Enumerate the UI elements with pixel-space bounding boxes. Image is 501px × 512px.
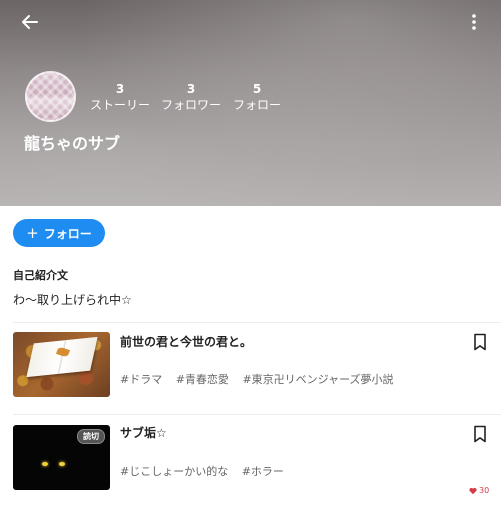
cat-eye-image <box>42 462 48 466</box>
book-image <box>26 336 98 378</box>
one-shot-badge: 読切 <box>77 429 105 444</box>
stat-stories-count: 3 <box>115 82 125 96</box>
follow-button-label: フォロー <box>43 226 92 241</box>
bookmark-button[interactable] <box>472 333 488 351</box>
stat-followers-label: フォロワー <box>160 98 221 112</box>
bookmark-button[interactable] <box>472 425 488 443</box>
stat-stories-label: ストーリー <box>89 98 150 112</box>
more-options-button[interactable] <box>462 10 486 34</box>
heart-icon <box>469 487 477 494</box>
stat-followers-count: 3 <box>186 82 196 96</box>
story-thumbnail[interactable]: 読切 <box>13 425 110 490</box>
story-item[interactable]: 前世の君と今世の君と。 #ドラマ #青春恋愛 #東京卍リベンジャーズ夢小説 <box>0 322 501 414</box>
avatar[interactable] <box>25 71 76 122</box>
story-tags: #じこしょーかい的な #ホラー <box>120 463 294 479</box>
arrow-left-icon <box>22 15 38 29</box>
cat-eye-image <box>59 462 65 466</box>
stat-following-count: 5 <box>252 82 262 96</box>
stat-following-label: フォロー <box>232 98 281 112</box>
stat-followers[interactable]: 3 フォロワー <box>160 82 222 113</box>
story-tag[interactable]: #ホラー <box>242 465 284 478</box>
stat-stories[interactable]: 3 ストーリー <box>89 82 151 113</box>
likes-count: 30 <box>469 486 489 495</box>
story-tags: #ドラマ #青春恋愛 #東京卍リベンジャーズ夢小説 <box>120 371 404 387</box>
likes-value: 30 <box>479 486 490 495</box>
user-name: 龍ちゃのサブ <box>24 134 121 153</box>
plus-icon: + <box>26 224 39 242</box>
bio-title: 自己紹介文 <box>13 269 68 282</box>
bookmark-icon <box>474 333 486 351</box>
bookmark-icon <box>474 425 486 443</box>
story-item[interactable]: 読切 サブ垢☆ #じこしょーかい的な #ホラー <box>0 414 501 512</box>
story-tag[interactable]: #青春恋愛 <box>176 373 229 386</box>
story-tag[interactable]: #ドラマ <box>120 373 162 386</box>
story-tag[interactable]: #じこしょーかい的な <box>120 465 228 478</box>
bio-text: わ〜取り上げられ中☆ <box>13 293 132 307</box>
story-thumbnail[interactable] <box>13 332 110 397</box>
story-tag[interactable]: #東京卍リベンジャーズ夢小説 <box>242 373 393 386</box>
story-title[interactable]: サブ垢☆ <box>120 424 167 441</box>
back-button[interactable] <box>18 10 42 34</box>
profile-header: 3 ストーリー 3 フォロワー 5 フォロー 龍ちゃのサブ <box>0 0 501 206</box>
follow-button[interactable]: + フォロー <box>13 219 105 247</box>
more-vertical-icon <box>472 14 476 30</box>
story-title[interactable]: 前世の君と今世の君と。 <box>120 333 252 350</box>
stat-following[interactable]: 5 フォロー <box>230 82 284 113</box>
